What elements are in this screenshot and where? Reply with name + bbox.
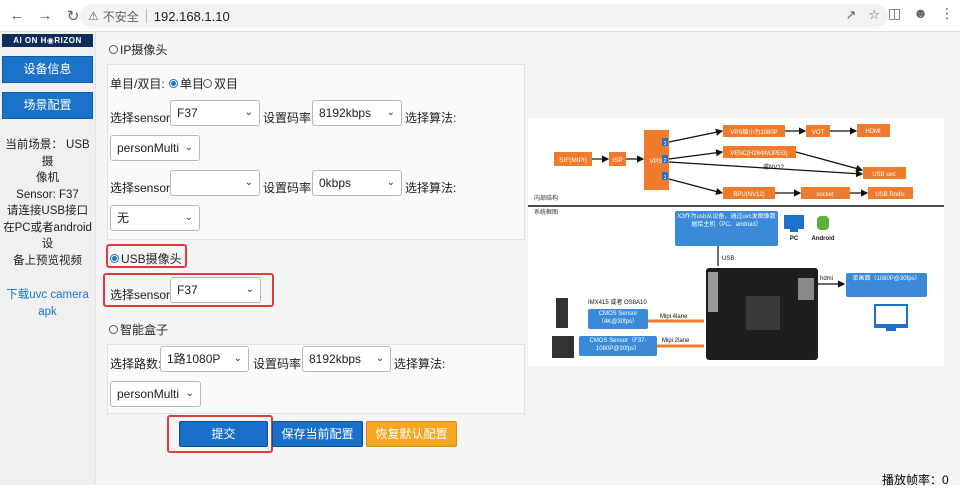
- svg-text:或NV12: 或NV12: [763, 163, 785, 171]
- usb-sensor-label: 选择sensor:: [110, 288, 174, 302]
- chevron-down-icon: ⌄: [185, 388, 194, 399]
- sensor-label-2: 选择sensor:: [110, 181, 174, 195]
- ip-sensor-select-2[interactable]: ⌄: [170, 170, 260, 196]
- share-icon[interactable]: ↗: [845, 7, 856, 23]
- sensor-image-2: [552, 336, 574, 358]
- sif-text: SIF(MIPI): [559, 157, 587, 164]
- box-algo-label: 选择算法:: [394, 357, 446, 371]
- ip-camera-option[interactable]: IP摄像头: [109, 41, 167, 58]
- svg-text:BPU(NV12): BPU(NV12): [733, 192, 764, 198]
- sensor-label-1: 选择sensor:: [110, 111, 174, 125]
- mono-stereo-label: 单目/双目:: [110, 77, 165, 91]
- svg-text:Android: Android: [812, 236, 835, 242]
- pc-icon: [784, 215, 804, 229]
- box-bitrate-select[interactable]: 8192kbps ⌄: [302, 346, 391, 372]
- browser-toolbar: ← → ↻ ⚠ 不安全 192.168.1.10 ↗ ☆ ◫ ☻ ⋮: [0, 0, 960, 32]
- menu-dots-icon[interactable]: ⋮: [940, 5, 954, 22]
- chevron-down-icon: ⌄: [375, 353, 384, 364]
- stereo-option[interactable]: 双目: [203, 75, 238, 92]
- submit-button[interactable]: 提交: [179, 421, 268, 447]
- svg-text:3: 3: [663, 141, 666, 147]
- ip-bitrate-select-1[interactable]: 8192kbps ⌄: [312, 100, 402, 126]
- svg-text:Mipi 4lane: Mipi 4lane: [660, 314, 688, 320]
- address-bar[interactable]: ⚠ 不安全 192.168.1.10 ↗ ☆: [80, 4, 888, 28]
- chevron-down-icon: ⌄: [386, 177, 395, 188]
- sidepanel-icon[interactable]: ◫: [888, 5, 901, 22]
- sidebar: AI ON H◉RIZON 设备信息 场景配置 当前场景： USB摄 像机 Se…: [0, 32, 96, 485]
- back-icon[interactable]: ←: [6, 5, 28, 27]
- bitrate-label-1: 设置码率:: [263, 111, 315, 125]
- sensor-image-1: [556, 298, 568, 328]
- svg-text:Mipi 2lane: Mipi 2lane: [662, 338, 690, 344]
- restore-default-button[interactable]: 恢复默认配置: [366, 421, 457, 447]
- ip-sensor-select-1[interactable]: F37 ⌄: [170, 100, 260, 126]
- smart-box-option[interactable]: 智能盒子: [109, 321, 168, 338]
- svg-text:USB Rndis: USB Rndis: [875, 192, 904, 198]
- usb-camera-radio[interactable]: [110, 254, 119, 263]
- chevron-down-icon: ⌄: [184, 142, 193, 153]
- system-diagram: SIF(MIPI) ISP VPS 3 2 1 VPS缩小为1080P VOT …: [528, 118, 944, 366]
- brand-logo: AI ON H◉RIZON: [2, 34, 93, 47]
- chevron-down-icon: ⌄: [386, 107, 395, 118]
- bitrate-label-2: 设置码率:: [263, 181, 315, 195]
- chevron-down-icon: ⌄: [245, 284, 254, 295]
- vps-text: VPS: [649, 158, 663, 165]
- playback-fps: 播放帧率：0: [882, 473, 949, 487]
- warning-icon: ⚠: [88, 9, 99, 23]
- chevron-down-icon: ⌄: [233, 353, 242, 364]
- svg-text:1: 1: [663, 175, 666, 181]
- ip-camera-radio[interactable]: [109, 45, 118, 54]
- device-info-button[interactable]: 设备信息: [2, 56, 93, 83]
- svg-text:PC: PC: [790, 236, 799, 242]
- scene-config-button[interactable]: 场景配置: [2, 92, 93, 119]
- ip-algo-select-1[interactable]: personMulti ⌄: [110, 135, 200, 161]
- svg-text:hdmi: hdmi: [820, 276, 833, 282]
- svg-text:VOT: VOT: [812, 130, 825, 136]
- profile-icon[interactable]: ☻: [913, 5, 928, 22]
- svg-text:IMX415 或者 OS8A10: IMX415 或者 OS8A10: [588, 298, 647, 306]
- algo-label-1: 选择算法:: [405, 111, 457, 125]
- usb-camera-option[interactable]: USB摄像头: [110, 250, 182, 267]
- chevron-down-icon: ⌄: [244, 107, 253, 118]
- svg-text:socket: socket: [816, 192, 834, 198]
- save-config-button[interactable]: 保存当前配置: [272, 421, 363, 447]
- smart-box-radio[interactable]: [109, 325, 118, 334]
- stereo-radio[interactable]: [203, 79, 212, 88]
- isp-text: ISP: [612, 157, 622, 164]
- svg-text:HDMI: HDMI: [865, 129, 881, 135]
- mono-radio[interactable]: [169, 79, 178, 88]
- mono-option[interactable]: 单目: [169, 75, 204, 92]
- box-channels-select[interactable]: 1路1080P ⌄: [160, 346, 249, 372]
- svg-text:2: 2: [663, 158, 666, 164]
- download-apk-link[interactable]: 下载uvc camera apk: [0, 287, 95, 321]
- insecure-label: 不安全: [102, 9, 139, 24]
- svg-text:系统框图: 系统框图: [534, 208, 558, 216]
- ip-bitrate-select-2[interactable]: 0kbps ⌄: [312, 170, 402, 196]
- channels-label: 选择路数:: [110, 357, 162, 371]
- bookmark-star-icon[interactable]: ☆: [868, 7, 880, 23]
- box-bitrate-label: 设置码率:: [253, 357, 305, 371]
- chevron-down-icon: ⌄: [184, 212, 193, 223]
- usb-sensor-select[interactable]: F37 ⌄: [170, 277, 261, 303]
- android-icon: [817, 216, 829, 230]
- svg-text:内部结构: 内部结构: [534, 194, 558, 202]
- ip-algo-select-2[interactable]: 无 ⌄: [110, 205, 200, 231]
- svg-text:USB uvc: USB uvc: [872, 172, 895, 178]
- svg-text:VENC(H264/MJPEG): VENC(H264/MJPEG): [730, 151, 787, 157]
- box-algo-select[interactable]: personMulti ⌄: [110, 381, 201, 407]
- algo-label-2: 选择算法:: [405, 181, 457, 195]
- url-text[interactable]: 192.168.1.10: [154, 9, 230, 24]
- current-scene-info: 当前场景： USB摄 像机 Sensor: F37 请连接USB接口 在PC或者…: [3, 139, 92, 267]
- chevron-down-icon: ⌄: [244, 177, 253, 188]
- svg-text:VPS缩小为1080P: VPS缩小为1080P: [730, 128, 777, 136]
- svg-text:USB: USB: [722, 256, 734, 262]
- forward-icon[interactable]: →: [34, 5, 56, 27]
